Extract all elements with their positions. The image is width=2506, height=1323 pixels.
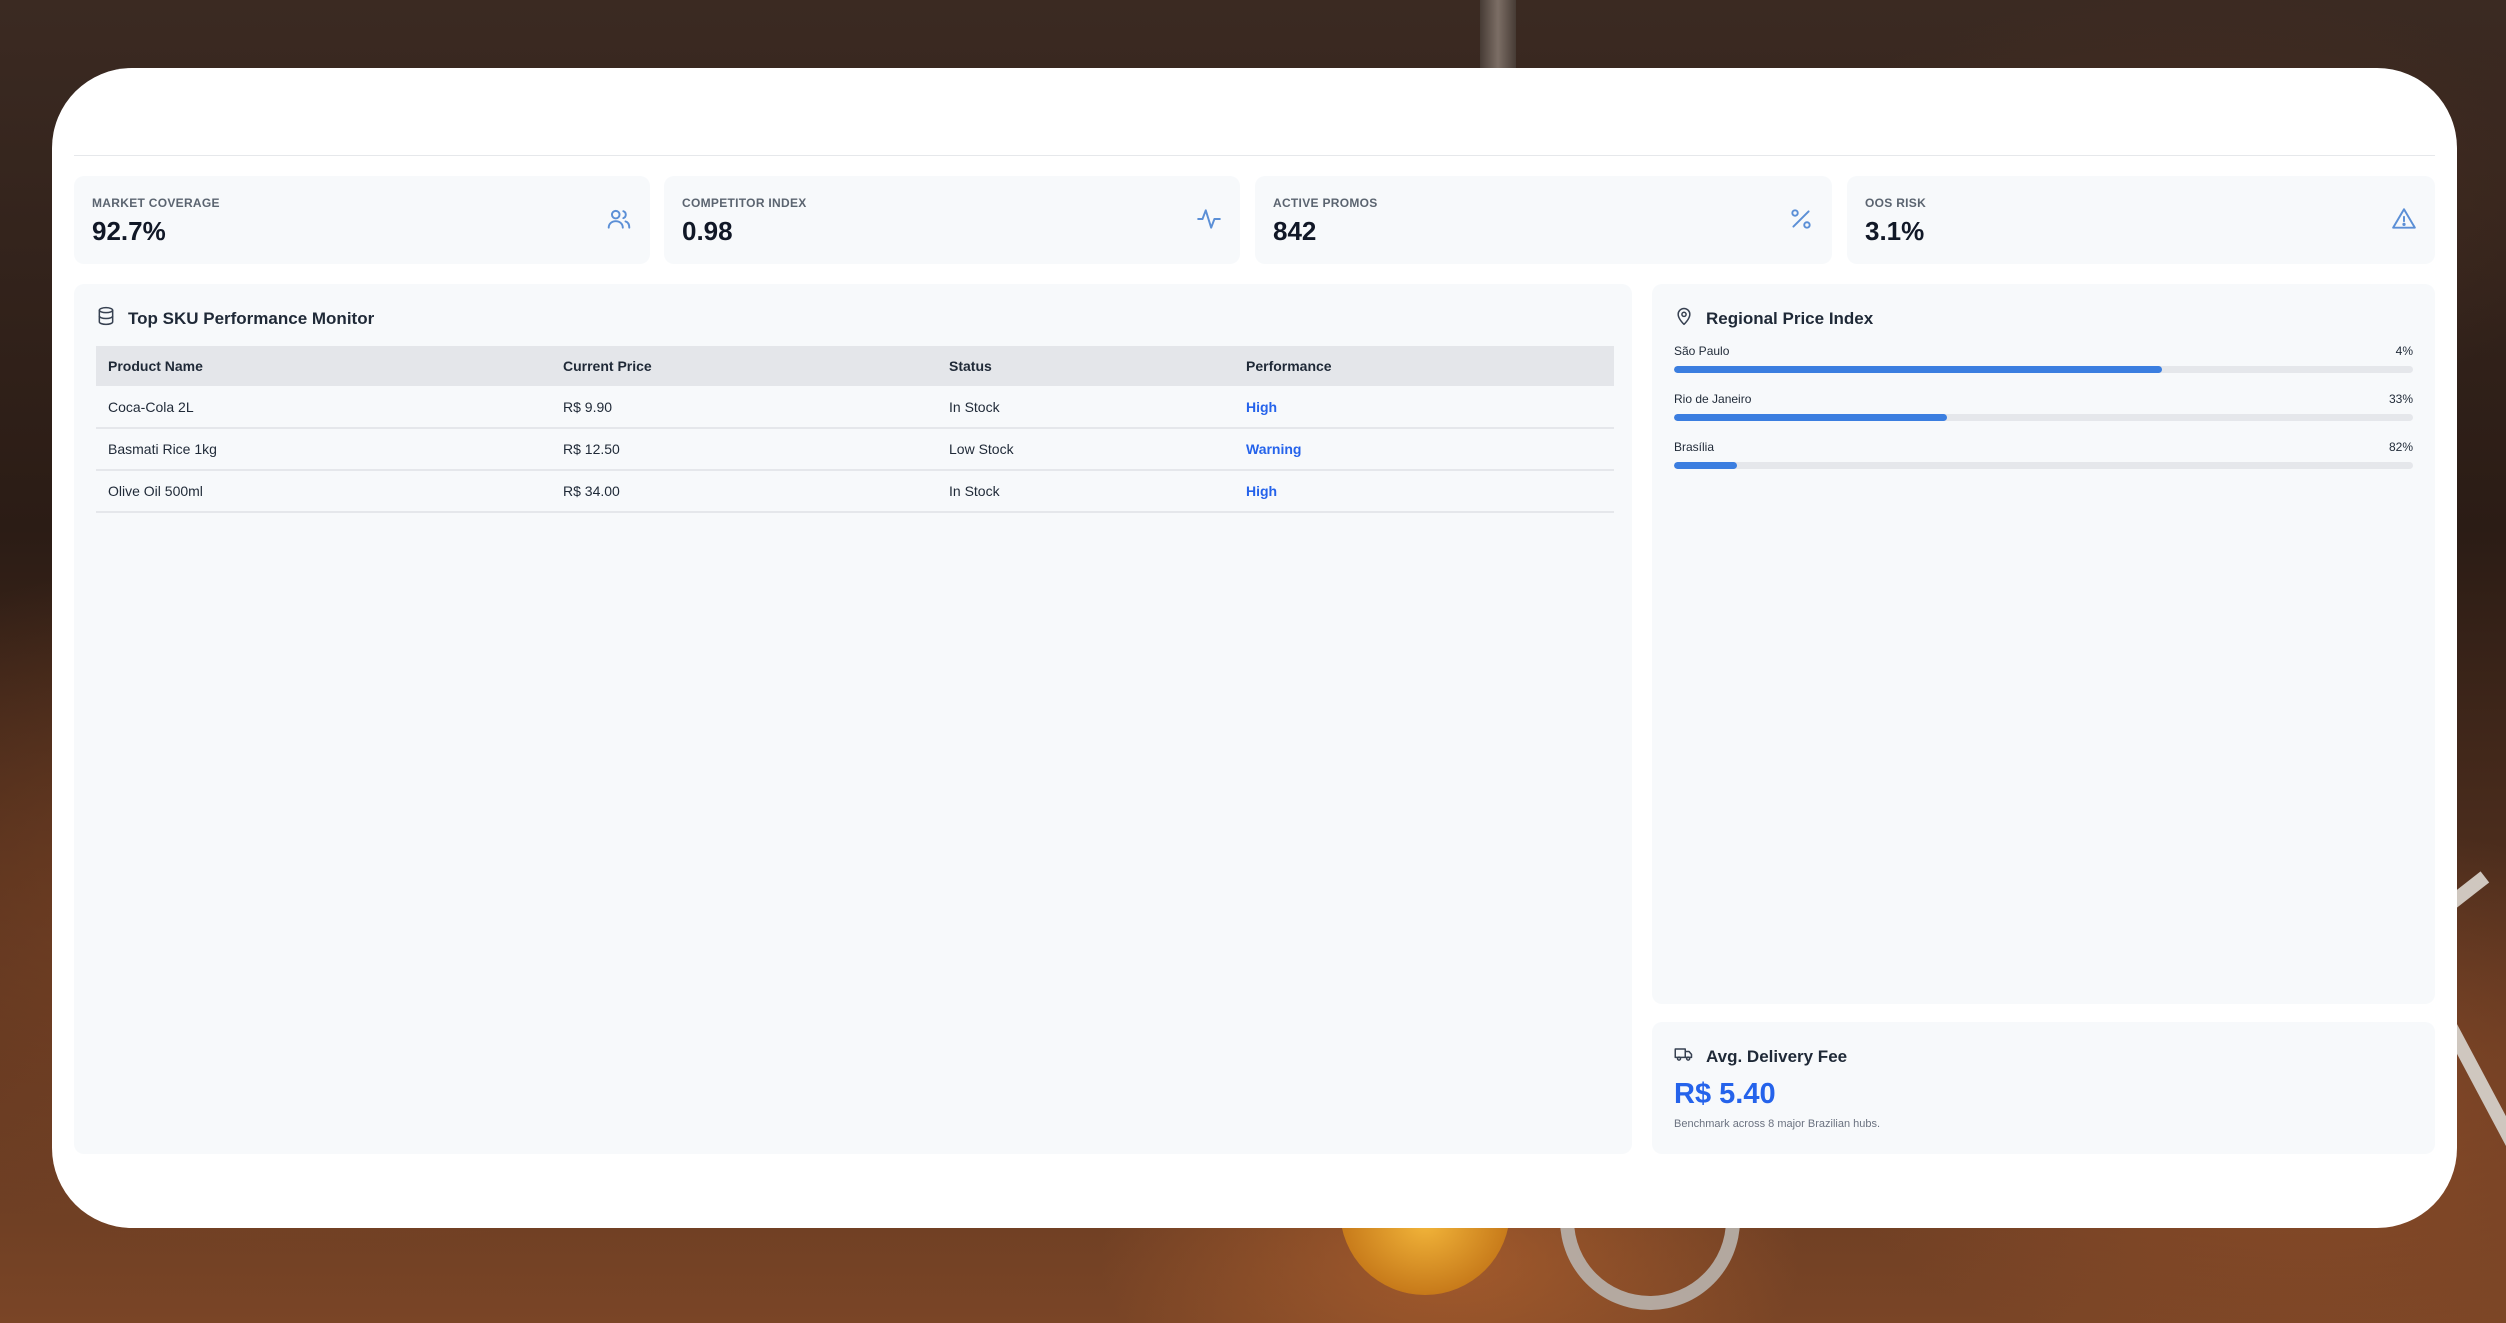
stock-status: In Stock [937,386,1234,429]
delivery-panel-header: Avg. Delivery Fee [1674,1044,1847,1069]
map-pin-icon [1674,306,1694,331]
sku-table: Product Name Current Price Status Perfor… [96,346,1614,513]
delivery-fee-note: Benchmark across 8 major Brazilian hubs. [1674,1118,1881,1130]
kpi-competitor-index: COMPETITOR INDEX 0.98 [664,176,1240,264]
delivery-fee-panel: Avg. Delivery Fee R$ 5.40 Benchmark acro… [1652,1022,2435,1154]
product-name: Coca-Cola 2L [96,386,551,429]
region-row-brasilia: Brasília 82% [1674,440,2413,470]
column-header[interactable]: Product Name [96,346,551,386]
performance-label: Warning [1234,428,1614,471]
table-row[interactable]: Basmati Rice 1kg R$ 12.50 Low Stock Warn… [96,428,1614,471]
kpi-active-promos: ACTIVE PROMOS 842 [1255,176,1832,264]
progress-fill [1674,366,2162,373]
truck-icon [1674,1044,1694,1069]
delivery-fee-value: R$ 5.40 [1674,1078,1776,1110]
region-row-rio-de-janeiro: Rio de Janeiro 33% [1674,392,2413,422]
progress-track [1674,462,2413,469]
region-name: São Paulo [1674,344,1730,358]
product-name: Basmati Rice 1kg [96,428,551,471]
current-price: R$ 34.00 [551,470,937,513]
users-icon [606,206,632,232]
region-panel-title: Regional Price Index [1706,308,1874,328]
kpi-label: MARKET COVERAGE [92,196,220,210]
progress-track [1674,366,2413,373]
region-percent: 33% [2388,392,2413,406]
current-price: R$ 12.50 [551,428,937,471]
progress-track [1674,414,2413,421]
kpi-label: OOS RISK [1865,196,1927,210]
table-row[interactable]: Olive Oil 500ml R$ 34.00 In Stock High [96,470,1614,513]
header-divider [74,155,2435,156]
performance-label: High [1234,386,1614,429]
column-header[interactable]: Performance [1234,346,1614,386]
activity-icon [1196,206,1222,232]
delivery-panel-title: Avg. Delivery Fee [1706,1046,1848,1066]
column-header[interactable]: Status [937,346,1234,386]
region-panel-header: Regional Price Index [1674,306,1873,331]
region-name: Brasília [1674,440,1715,454]
current-price: R$ 9.90 [551,386,937,429]
stock-status: Low Stock [937,428,1234,471]
stock-status: In Stock [937,470,1234,513]
kpi-market-coverage: MARKET COVERAGE 92.7% [74,176,650,264]
dashboard-card: MARKET COVERAGE 92.7% COMPETITOR INDEX 0… [52,68,2457,1228]
kpi-value: 92.7% [92,216,166,246]
region-percent: 4% [2395,344,2413,358]
performance-label: High [1234,470,1614,513]
table-row[interactable]: Coca-Cola 2L R$ 9.90 In Stock High [96,386,1614,429]
kpi-value: 842 [1273,216,1317,246]
regional-price-panel: Regional Price Index São Paulo 4% Rio de… [1652,284,2435,1004]
alert-triangle-icon [2391,206,2417,232]
background-bar [1480,0,1516,70]
column-header[interactable]: Current Price [551,346,937,386]
region-row-sao-paulo: São Paulo 4% [1674,344,2413,374]
kpi-oos-risk: OOS RISK 3.1% [1847,176,2435,264]
database-icon [96,306,116,331]
progress-fill [1674,414,1948,421]
progress-fill [1674,462,1737,469]
kpi-value: 0.98 [682,216,733,246]
percent-icon [1788,206,1814,232]
sku-performance-panel: Top SKU Performance Monitor Product Name… [74,284,1632,1154]
kpi-label: COMPETITOR INDEX [682,196,807,210]
region-name: Rio de Janeiro [1674,392,1752,406]
table-header-row: Product Name Current Price Status Perfor… [96,346,1614,386]
sku-panel-title: Top SKU Performance Monitor [128,308,375,328]
kpi-value: 3.1% [1865,216,1925,246]
product-name: Olive Oil 500ml [96,470,551,513]
region-percent: 82% [2388,440,2413,454]
kpi-label: ACTIVE PROMOS [1273,196,1378,210]
sku-panel-header: Top SKU Performance Monitor [96,306,374,331]
